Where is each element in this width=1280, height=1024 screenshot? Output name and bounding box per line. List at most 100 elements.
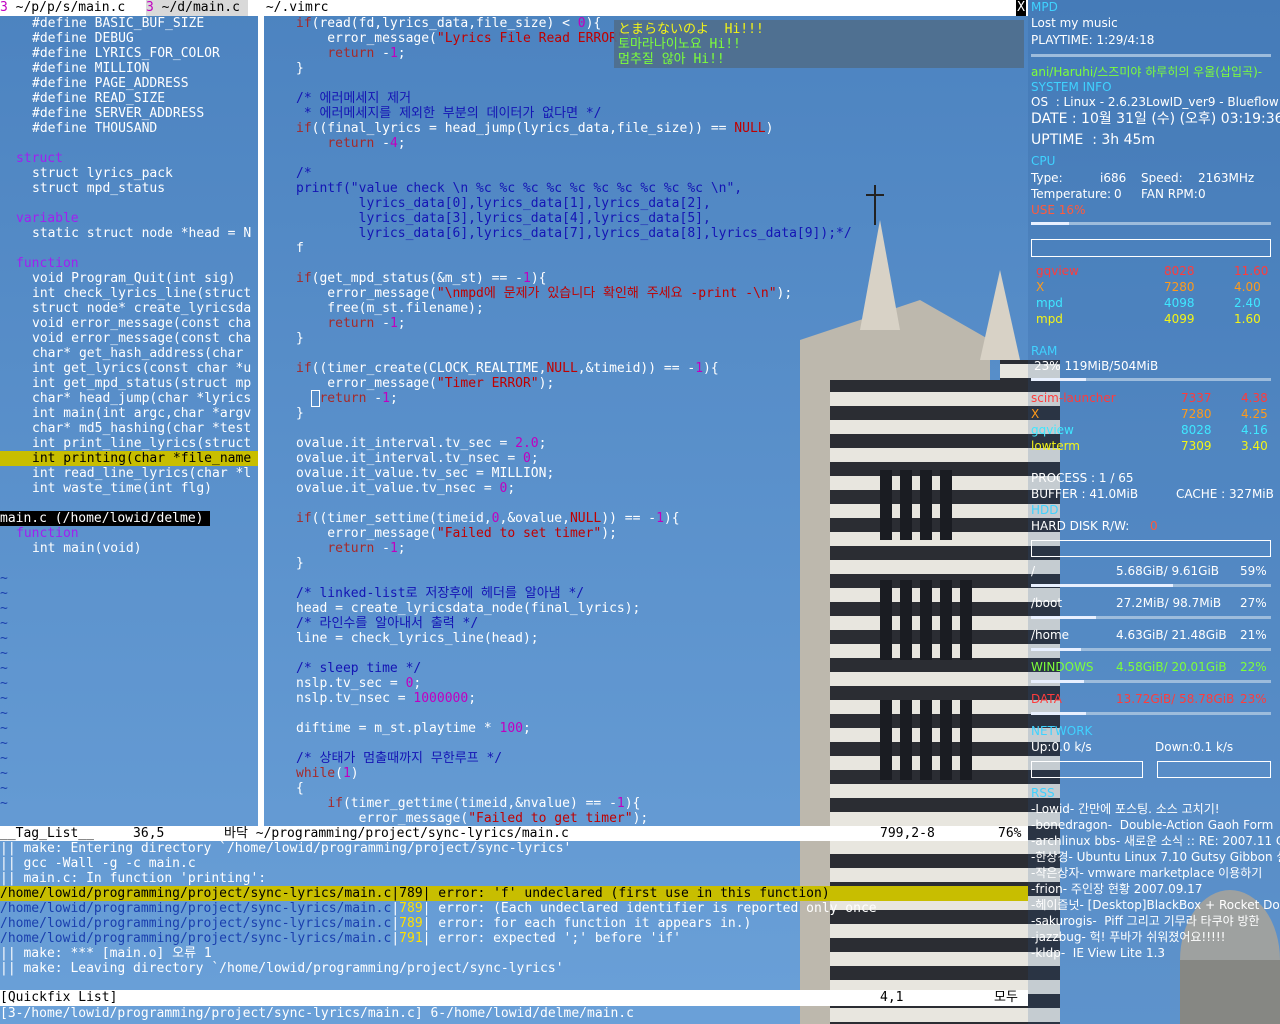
quickfix-title: [Quickfix List] [0,990,118,1005]
tag-item[interactable]: #define THOUSAND [32,121,157,136]
tag-item[interactable]: int check_lyrics_line(struct [32,286,251,301]
tag-item[interactable]: int get_mpd_status(struct mp [32,376,251,391]
quickfix-line[interactable]: || make: *** [main.o] 오류 1 [0,946,212,961]
cpu-usage-label: USE 16% [1031,203,1086,217]
code-line: ​ return -1; [310,390,398,407]
code-line: error_message("Lyrics File Read ERROR"); [296,31,640,46]
tag-item[interactable]: void error_message(const cha [32,316,251,331]
tag-item[interactable]: void Program_Quit(int sig) [32,271,236,286]
empty-line-marker: ~ [0,736,8,751]
mem-proc-pid: 7309 [1181,439,1212,453]
code-line: if(read(fd,lyrics_data,file_size) < 0){ [296,16,602,31]
quickfix-line[interactable]: || gcc -Wall -g -c main.c [0,856,196,871]
mem-proc-value: 4.16 [1241,423,1268,437]
tag-item[interactable]: static struct node *head = N [32,226,251,241]
tag-file-header[interactable]: main.c (/home/lowid/delme) [0,511,210,526]
code-line: while(1) [296,766,359,781]
tag-item[interactable]: int read_line_lyrics(char *l [32,466,251,481]
code-line: diftime = m_st.playtime * 100; [296,721,531,736]
code-line: free(m_st.filename); [296,301,484,316]
mpd-header: MPD [1031,0,1058,14]
tag-item[interactable]: #define READ_SIZE [32,91,165,106]
quickfix-position: 4,1 [880,990,904,1005]
tag-item[interactable]: #define LYRICS_FOR_COLOR [32,46,220,61]
error-file-path: /home/lowid/programming/project/sync-lyr… [0,886,392,901]
tag-item[interactable]: int main(int argc,char *argv [32,406,251,421]
tab-label: ~/p/p/s/main.c [7,0,134,15]
tag-item[interactable]: int waste_time(int flg) [32,481,212,496]
buffer-list: [3-/home/lowid/programming/project/sync-… [0,1006,634,1021]
tag-item[interactable]: #define SERVER_ADDRESS [32,106,204,121]
disk-name: DATA [1031,692,1062,706]
quickfix-error-selected[interactable]: /home/lowid/programming/project/sync-lyr… [0,886,1028,901]
quickfix-error[interactable]: /home/lowid/programming/project/sync-lyr… [0,931,681,946]
sysinfo-header: SYSTEM INFO [1031,80,1112,94]
error-message: error: expected ';' before 'if' [430,931,681,946]
tag-item[interactable]: #define PAGE_ADDRESS [32,76,189,91]
disk-size: 4.63GiB/ 21.48GiB [1116,628,1227,642]
tag-item[interactable]: #define DEBUG [32,31,134,46]
osd-lyric-line: 토마라나이노요 Hi!! [618,37,741,52]
code-comment: * 에러메세지를 제외한 부분의 데이터가 없다면 */ [296,106,602,121]
tag-item[interactable]: int main(void) [32,541,142,556]
tag-item[interactable]: struct lyrics_pack [32,166,173,181]
tag-group-function[interactable]: function [16,256,79,271]
tag-item[interactable]: #define BASIC_BUF_SIZE [32,16,204,31]
tag-item[interactable]: struct mpd_status [32,181,165,196]
tab-label: ~/d/main.c [153,0,248,15]
code-line: line = check_lyrics_line(head); [296,631,539,646]
mem-proc-value: 3.40 [1241,439,1268,453]
cpu-proc-name: X [1036,280,1045,294]
quickfix-line[interactable]: || make: Entering directory `/home/lowid… [0,841,571,856]
code-line: error_message("Timer ERROR"); [296,376,555,391]
network-header: NETWORK [1031,724,1093,738]
close-tab-button[interactable]: X [1016,0,1026,16]
quickfix-line[interactable]: || main.c: In function 'printing': [0,871,266,886]
vim-command-line[interactable]: [3-/home/lowid/programming/project/sync-… [0,1006,1028,1022]
tab-vimrc[interactable]: ~/.vimrc [258,0,329,16]
fan-value: 0 [1198,187,1206,201]
tag-item-selected[interactable]: int printing(char *file_name [0,451,258,466]
cpu-type-label: Type: [1031,171,1063,185]
error-message: error: (Each undeclared identifier is re… [430,901,877,916]
cpu-proc-name: mpd [1036,296,1063,310]
empty-line-marker: ~ [0,601,8,616]
tag-group-struct[interactable]: struct [16,151,63,166]
rss-item: -sakurogis- Piff 그리고 기무라 타쿠야 방한 [1031,914,1260,928]
quickfix-error[interactable]: /home/lowid/programming/project/sync-lyr… [0,901,877,916]
tag-group-function[interactable]: function [16,526,79,541]
code-comment: /* 에러메세지 제거 [296,91,412,106]
tab-main-c[interactable]: 3 ~/p/p/s/main.c [0,0,133,16]
code-line: ovalue.it_interval.tv_nsec = 0; [296,451,539,466]
tag-group-variable[interactable]: variable [16,211,79,226]
code-line: ovalue.it_value.tv_nsec = 0; [296,481,516,496]
tag-item[interactable]: char* md5_hashing(char *test [32,421,251,436]
tab-delme-main-c[interactable]: 3 ~/d/main.c [146,0,248,16]
code-line: ovalue.it_interval.tv_sec = 2.0; [296,436,547,451]
mem-proc-value: 4.38 [1241,391,1268,405]
code-line: if((final_lyrics = head_jump(lyrics_data… [296,121,774,136]
tag-item[interactable]: char* get_hash_address(char [32,346,251,361]
tag-item[interactable]: struct node* create_lyricsda [32,301,251,316]
rss-item: -헤이즐넛- [Desktop]BlackBox + Rocket Dock [1031,898,1280,912]
tag-item[interactable]: void error_message(const cha [32,331,251,346]
code-line: error_message("Failed to get timer"); [296,811,649,826]
quickfix-error[interactable]: /home/lowid/programming/project/sync-lyr… [0,916,751,931]
code-line: } [296,556,304,571]
tag-item[interactable]: #define MILLION [32,61,149,76]
code-editor[interactable]: if(read(fd,lyrics_data,file_size) < 0){ … [264,16,1028,826]
code-line: f [296,241,304,256]
tag-item[interactable]: int print_line_lyrics(struct [32,436,251,451]
empty-line-marker: ~ [0,586,8,601]
tag-item[interactable]: int get_lyrics(const char *u [32,361,251,376]
tag-item[interactable]: char* head_jump(char *lyrics [32,391,251,406]
os-info: OS : Linux - 2.6.23LowID_ver9 - Blueflow [1031,95,1279,109]
quickfix-line[interactable]: || make: Leaving directory `/home/lowid/… [0,961,564,976]
file-status: 바닥 ~/programming/project/sync-lyrics/mai… [224,826,569,841]
disk-size: 4.58GiB/ 20.01GiB [1116,660,1227,674]
empty-line-marker: ~ [0,721,8,736]
tag-list-pane[interactable]: #define BASIC_BUF_SIZE #define DEBUG #de… [0,16,258,826]
rss-item: -kldp- IE View Lite 1.3 [1031,946,1166,960]
code-line: return -1; [327,316,406,331]
quickfix-list[interactable]: || make: Entering directory `/home/lowid… [0,841,1028,991]
